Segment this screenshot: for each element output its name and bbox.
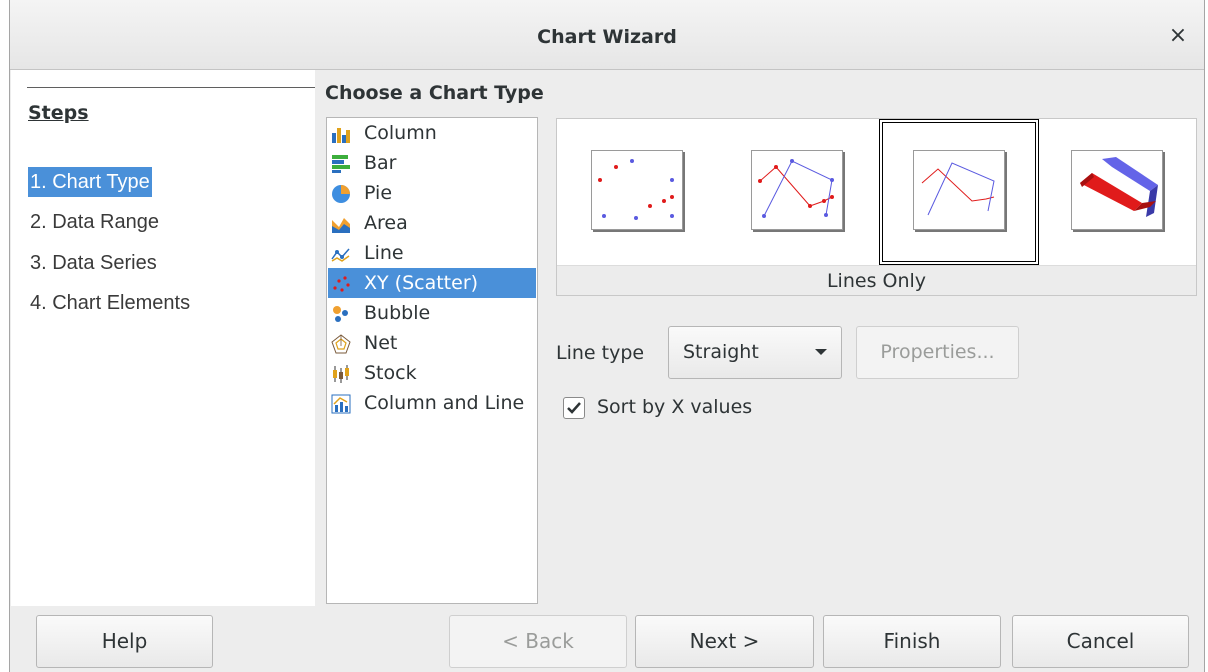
line-type-label: Line type <box>556 342 645 364</box>
column-chart-icon <box>332 128 350 143</box>
variant-points-only[interactable] <box>557 119 717 265</box>
step-data-series[interactable]: 3. Data Series <box>28 248 159 278</box>
chart-type-label: Column <box>364 122 437 144</box>
chart-type-bar[interactable]: Bar <box>328 148 536 178</box>
dialog-title: Chart Wizard <box>537 26 677 48</box>
title-bar: Chart Wizard × <box>10 0 1204 70</box>
scatter-chart-icon <box>333 276 350 292</box>
chart-type-label: Bar <box>364 152 397 174</box>
sort-by-x-checkbox[interactable] <box>563 397 585 419</box>
chart-type-net[interactable]: Net <box>328 328 536 358</box>
variant-points-and-lines[interactable] <box>717 119 877 265</box>
step-chart-type[interactable]: 1. Chart Type <box>28 167 152 197</box>
lines-only-icon <box>921 162 995 216</box>
chart-type-label: Stock <box>364 362 417 384</box>
chart-type-bubble[interactable]: Bubble <box>328 298 536 328</box>
step-chart-elements[interactable]: 4. Chart Elements <box>28 288 192 318</box>
variant-3d-lines[interactable] <box>1037 119 1197 265</box>
chart-type-column[interactable]: Column <box>328 118 536 148</box>
selected-variant-label: Lines Only <box>557 265 1196 295</box>
chart-type-label: Area <box>364 212 408 234</box>
line-type-value: Straight <box>683 341 759 363</box>
help-button[interactable]: Help <box>36 615 213 668</box>
bar-chart-icon <box>332 155 350 173</box>
back-button[interactable]: < Back <box>449 615 627 668</box>
close-icon[interactable]: × <box>1166 24 1190 48</box>
main-heading: Choose a Chart Type <box>325 82 544 104</box>
points-only-icon <box>598 159 674 220</box>
net-chart-icon <box>331 334 351 354</box>
stock-chart-icon <box>333 365 349 383</box>
area-chart-icon <box>332 218 350 233</box>
sort-by-x-label: Sort by X values <box>597 396 753 418</box>
chart-type-label: Column and Line <box>364 392 525 414</box>
properties-button[interactable]: Properties... <box>856 326 1019 379</box>
chart-type-area[interactable]: Area <box>328 208 536 238</box>
chart-type-label: XY (Scatter) <box>364 272 479 294</box>
line-chart-icon <box>331 248 350 262</box>
chart-type-line[interactable]: Line <box>328 238 536 268</box>
finish-button[interactable]: Finish <box>823 615 1001 668</box>
steps-pane: Steps 1. Chart Type 2. Data Range 3. Dat… <box>11 70 315 606</box>
bubble-chart-icon <box>333 306 348 322</box>
step-data-range[interactable]: 2. Data Range <box>28 207 161 237</box>
chart-type-list[interactable]: Column Bar Pie Area Line XY (Scatter) Bu… <box>326 117 538 604</box>
steps-heading: Steps <box>28 102 89 124</box>
column-line-chart-icon <box>331 394 351 414</box>
steps-divider <box>27 87 315 88</box>
chart-type-xy-scatter[interactable]: XY (Scatter) <box>328 268 536 298</box>
next-button[interactable]: Next > <box>635 615 814 668</box>
line-type-dropdown[interactable]: Straight <box>668 326 842 379</box>
chart-type-label: Net <box>364 332 398 354</box>
chevron-down-icon <box>815 349 827 355</box>
chart-type-label: Line <box>364 242 404 264</box>
chart-wizard-dialog: Chart Wizard × Steps 1. Chart Type 2. Da… <box>9 0 1205 672</box>
chart-type-stock[interactable]: Stock <box>328 358 536 388</box>
chart-variants-panel: Lines Only <box>556 118 1197 296</box>
points-and-lines-icon <box>758 159 834 218</box>
checkmark-icon <box>567 402 581 414</box>
chart-type-label: Pie <box>364 182 393 204</box>
3d-lines-icon <box>1080 157 1158 217</box>
chart-type-label: Bubble <box>364 302 431 324</box>
pie-chart-icon <box>332 185 350 203</box>
chart-type-pie[interactable]: Pie <box>328 178 536 208</box>
variant-lines-only[interactable] <box>879 119 1039 265</box>
chart-type-column-and-line[interactable]: Column and Line <box>328 388 536 418</box>
cancel-button[interactable]: Cancel <box>1012 615 1189 668</box>
